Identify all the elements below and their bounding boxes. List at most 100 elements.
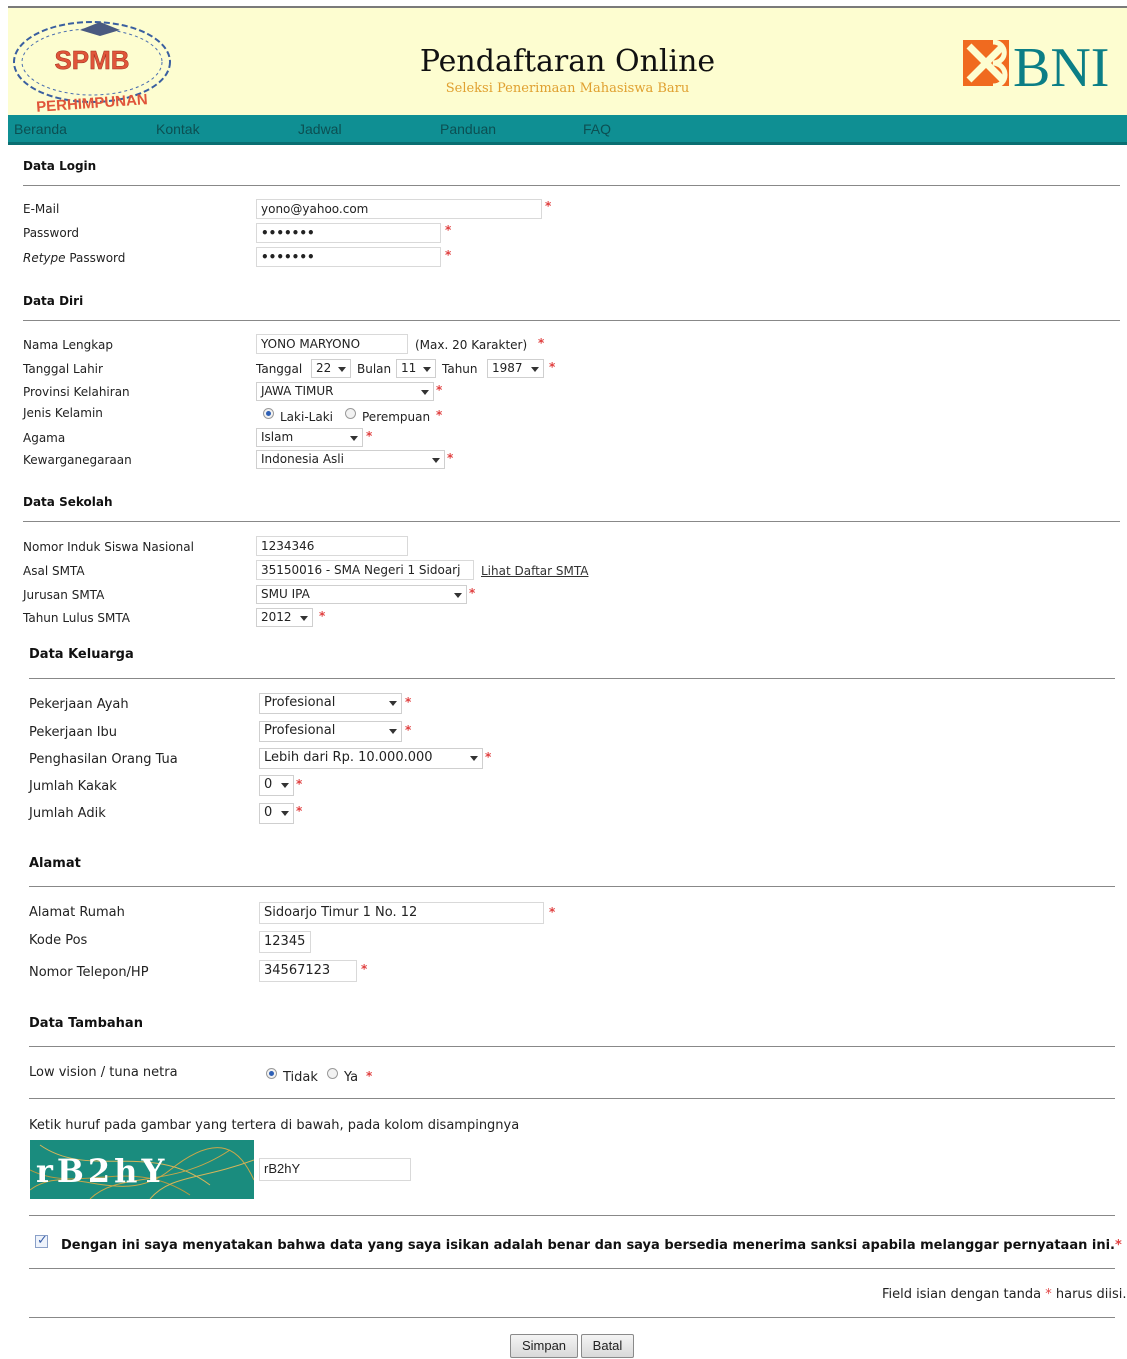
low-vision-tidak-radio[interactable] [266, 1068, 277, 1079]
chevron-down-icon [389, 729, 397, 734]
password-label: Password [23, 226, 80, 240]
bulan-label: Bulan [357, 362, 392, 376]
chevron-down-icon [470, 756, 478, 761]
nisn-label: Nomor Induk Siswa Nasional [23, 540, 194, 554]
chevron-down-icon [281, 811, 289, 816]
tahun-lulus-select[interactable]: 2012 [256, 608, 313, 627]
password-field[interactable]: ••••••• [256, 223, 441, 243]
chevron-down-icon [423, 367, 431, 372]
tanggal-lahir-label: Tanggal Lahir [23, 362, 103, 376]
page-subtitle: Seleksi Penerimaan Mahasiswa Baru [445, 81, 690, 96]
required-mark: * [296, 777, 303, 791]
divider [29, 1046, 1115, 1047]
required-mark: * [436, 408, 443, 422]
tahun-value: 1987 [492, 361, 523, 375]
tahun-select[interactable]: 1987 [487, 359, 544, 378]
chevron-down-icon [300, 616, 308, 621]
agama-select[interactable]: Islam [256, 428, 363, 447]
required-mark: * [366, 1069, 373, 1083]
jumlah-adik-label: Jumlah Adik [29, 806, 106, 821]
required-mark: * [405, 695, 412, 709]
jurusan-label: Jurusan SMTA [23, 588, 105, 602]
jumlah-kakak-select[interactable]: 0 [259, 775, 294, 796]
required-mark: * [549, 360, 556, 374]
nav-item-panduan[interactable]: Panduan [440, 121, 496, 137]
kelamin-laki-radio[interactable] [263, 408, 274, 419]
chevron-down-icon [338, 367, 346, 372]
tanggal-select[interactable]: 22 [311, 359, 351, 378]
divider [29, 1317, 1115, 1318]
pekerjaan-ibu-value: Profesional [264, 723, 336, 738]
nav-item-jadwal[interactable]: Jadwal [298, 121, 342, 137]
kewarganegaraan-select[interactable]: Indonesia Asli [256, 450, 445, 469]
nama-field[interactable]: YONO MARYONO [256, 334, 408, 354]
agreement-checkbox[interactable]: ✓ [35, 1233, 48, 1248]
kelamin-perempuan-radio[interactable] [345, 408, 356, 419]
email-field[interactable]: yono@yahoo.com [256, 199, 542, 219]
low-vision-tidak-label: Tidak [283, 1070, 318, 1085]
alamat-rumah-field[interactable]: Sidoarjo Timur 1 No. 12 [259, 902, 544, 924]
tahun-label: Tahun [442, 362, 478, 376]
captcha-noise: rB2hY [30, 1144, 254, 1199]
bni-logo-text: BNI [1013, 37, 1109, 96]
nav-item-faq[interactable]: FAQ [583, 121, 611, 137]
chevron-down-icon [350, 436, 358, 441]
divider [23, 320, 1120, 321]
nav-item-beranda[interactable]: Beranda [14, 121, 67, 137]
jenis-kelamin-label: Jenis Kelamin [23, 406, 103, 420]
retype-label-rest: Password [65, 251, 126, 265]
cancel-button[interactable]: Batal [581, 1334, 634, 1358]
provinsi-select[interactable]: JAWA TIMUR [256, 382, 434, 401]
chevron-down-icon [454, 593, 462, 598]
divider [23, 521, 1120, 522]
tahun-lulus-value: 2012 [261, 610, 292, 624]
jurusan-select[interactable]: SMU IPA [256, 585, 467, 604]
provinsi-label: Provinsi Kelahiran [23, 385, 130, 399]
captcha-image-text: rB2hY [36, 1152, 168, 1190]
section-title-login: Data Login [23, 159, 97, 173]
low-vision-ya-radio[interactable] [327, 1068, 338, 1079]
nisn-field[interactable]: 1234346 [256, 536, 408, 556]
telepon-label: Nomor Telepon/HP [29, 965, 149, 980]
nama-hint: (Max. 20 Karakter) [415, 338, 528, 352]
lihat-daftar-smta-link[interactable]: Lihat Daftar SMTA [481, 564, 589, 578]
jumlah-adik-select[interactable]: 0 [259, 803, 294, 824]
asal-smta-field[interactable]: 35150016 - SMA Negeri 1 Sidoarj [256, 560, 474, 580]
tanggal-value: 22 [316, 361, 332, 375]
pekerjaan-ibu-select[interactable]: Profesional [259, 721, 402, 742]
chevron-down-icon [421, 390, 429, 395]
low-vision-label: Low vision / tuna netra [29, 1065, 178, 1080]
agreement-text: Dengan ini saya menyatakan bahwa data ya… [61, 1238, 1115, 1253]
required-note-after: harus diisi. [1055, 1287, 1127, 1302]
penghasilan-label: Penghasilan Orang Tua [29, 752, 178, 767]
captcha-input[interactable]: rB2hY [259, 1158, 411, 1181]
bulan-value: 11 [401, 361, 417, 375]
penghasilan-select[interactable]: Lebih dari Rp. 10.000.000 [259, 748, 483, 769]
required-mark: * [445, 223, 452, 237]
kewarganegaraan-label: Kewarganegaraan [23, 453, 132, 467]
kode-pos-field[interactable]: 12345 [259, 931, 311, 953]
email-label: E-Mail [23, 202, 60, 216]
telepon-field[interactable]: 34567123 [259, 960, 357, 982]
pekerjaan-ayah-value: Profesional [264, 695, 336, 710]
kode-pos-label: Kode Pos [29, 933, 88, 948]
save-button[interactable]: Simpan [510, 1334, 578, 1358]
chevron-down-icon [531, 367, 539, 372]
bulan-select[interactable]: 11 [396, 359, 436, 378]
section-title-keluarga: Data Keluarga [29, 647, 134, 662]
required-mark: * [366, 429, 373, 443]
alamat-rumah-label: Alamat Rumah [29, 905, 125, 920]
jumlah-adik-value: 0 [264, 805, 273, 820]
required-mark: * [296, 804, 303, 818]
retype-password-field[interactable]: ••••••• [256, 247, 441, 267]
required-mark: * [538, 336, 545, 350]
required-mark: * [447, 451, 454, 465]
nav-item-kontak[interactable]: Kontak [156, 121, 200, 137]
jumlah-kakak-value: 0 [264, 777, 273, 792]
required-mark: * [436, 383, 443, 397]
nama-label: Nama Lengkap [23, 338, 113, 352]
required-mark: * [319, 609, 326, 623]
required-mark: * [361, 962, 368, 976]
required-mark: * [445, 248, 452, 262]
pekerjaan-ayah-select[interactable]: Profesional [259, 693, 402, 714]
